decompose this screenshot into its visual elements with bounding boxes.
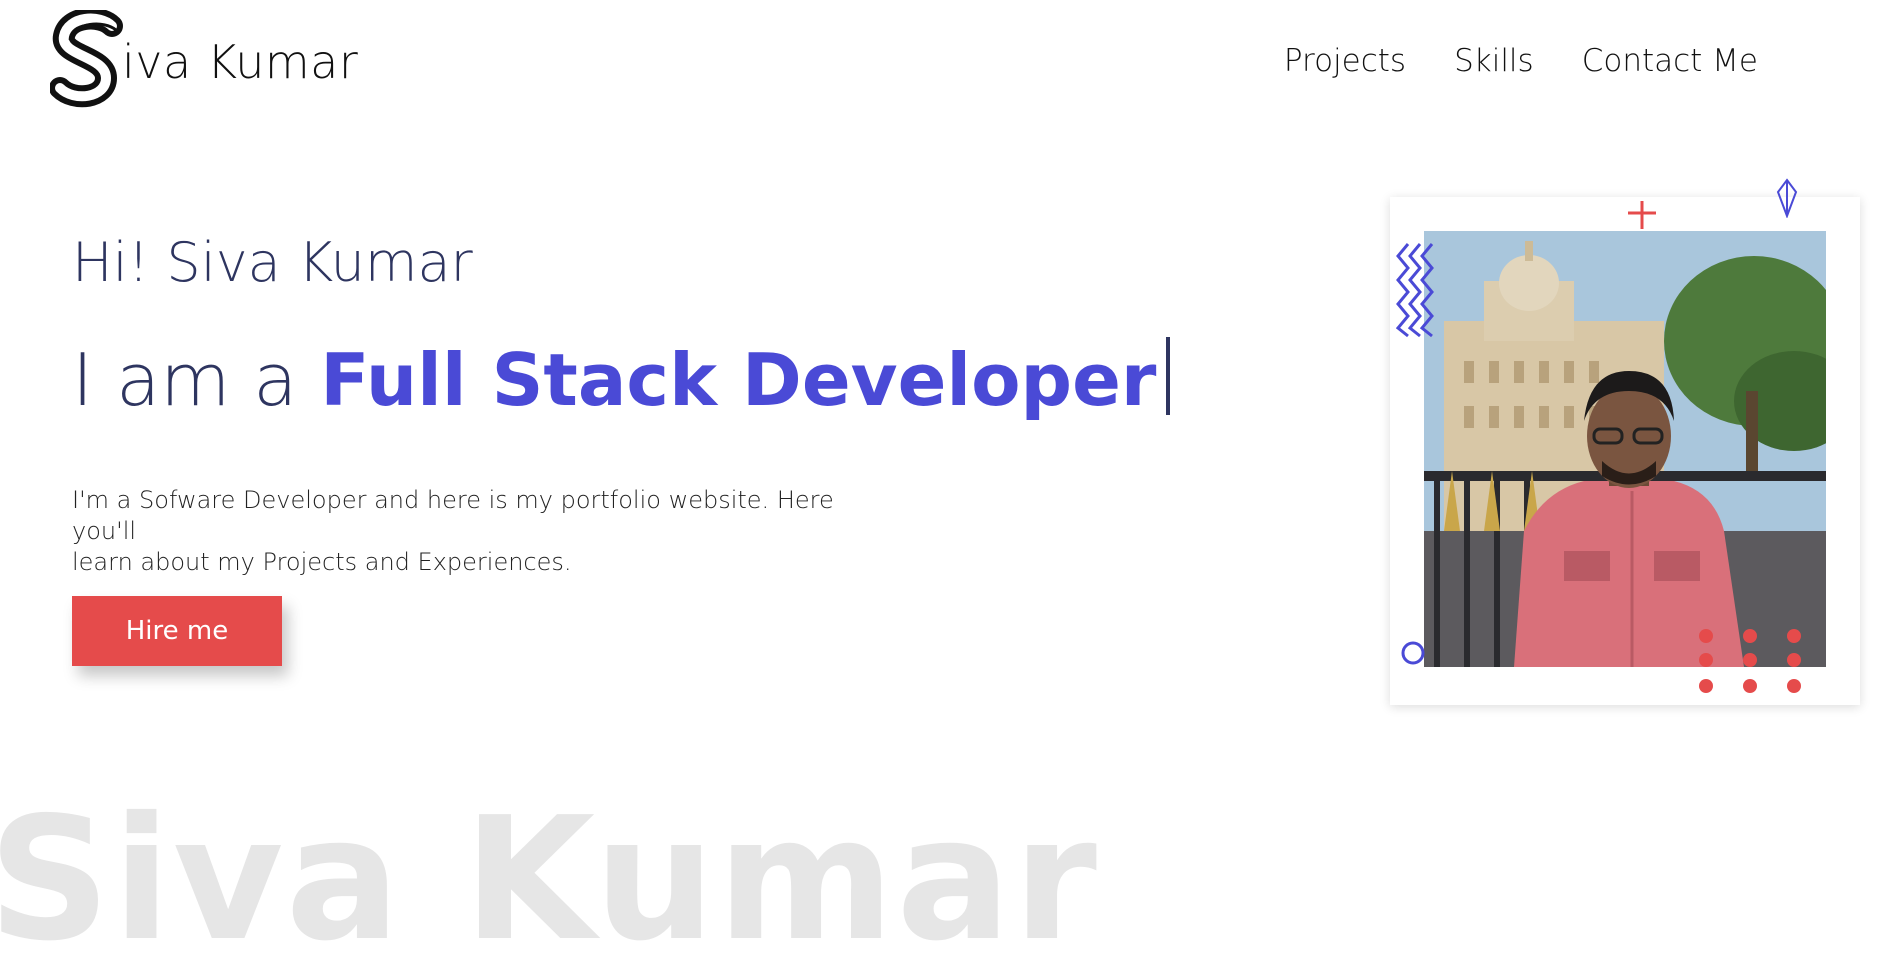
zigzag-icon: [1396, 243, 1434, 338]
hero-role: I am a Full Stack Developer: [72, 334, 1171, 426]
nav-link-skills[interactable]: Skills: [1454, 38, 1534, 84]
dots-grid-icon: [1699, 629, 1801, 693]
nav-link-projects[interactable]: Projects: [1284, 38, 1406, 84]
gem-icon: [1776, 178, 1798, 218]
plus-icon: [1628, 201, 1656, 229]
intro-line-2: learn about my Projects and Experiences.: [72, 548, 572, 576]
name-watermark: Siva Kumar: [0, 781, 1099, 979]
role-title: Full Stack Developer: [320, 338, 1157, 422]
typing-cursor: [1166, 337, 1171, 415]
intro-line-1: I'm a Sofware Developer and here is my p…: [72, 486, 834, 545]
profile-photo: [1424, 231, 1826, 667]
logo-s-icon[interactable]: [50, 10, 130, 116]
circle-icon: [1401, 641, 1425, 665]
role-prefix: I am a: [72, 338, 298, 422]
hero-intro: I'm a Sofware Developer and here is my p…: [72, 485, 892, 578]
hero-greeting: Hi! Siva Kumar: [72, 231, 473, 294]
site-header: iva Kumar Projects Skills Contact Me: [0, 0, 1888, 124]
nav-link-contact[interactable]: Contact Me: [1582, 38, 1758, 84]
hire-me-button[interactable]: Hire me: [72, 596, 282, 666]
brand-name[interactable]: iva Kumar: [122, 32, 358, 92]
main-nav: Projects Skills Contact Me: [1284, 38, 1758, 84]
